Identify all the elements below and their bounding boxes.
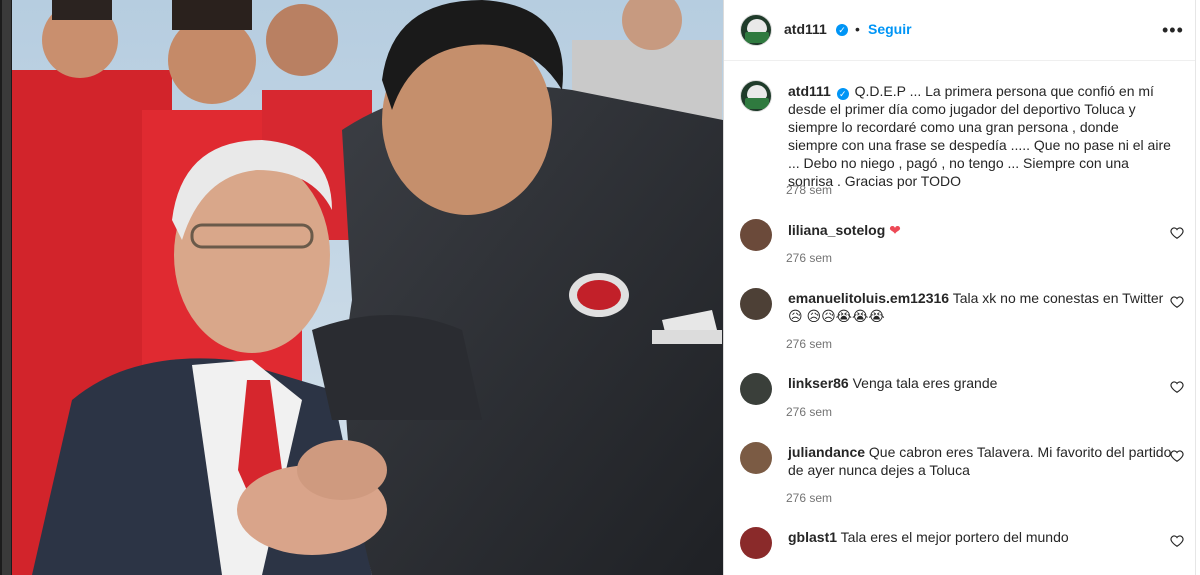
comment: linkser86 Venga tala eres grande — [788, 374, 1178, 392]
caption-username[interactable]: atd111 — [788, 83, 831, 99]
left-gutter — [0, 0, 12, 575]
scroll-strip — [2, 0, 11, 575]
heart-outline-icon[interactable] — [1170, 534, 1184, 548]
post-panel: atd111 ✓ • Seguir ••• atd111 ✓ Q.D.E.P .… — [724, 0, 1196, 575]
comment-body: Venga tala eres grande — [852, 375, 998, 391]
caption-avatar[interactable] — [740, 80, 772, 112]
heart-outline-icon[interactable] — [1170, 380, 1184, 394]
author-avatar[interactable] — [740, 14, 772, 46]
comment: emanuelitoluis.em12316 Tala xk no me con… — [788, 289, 1178, 325]
post-image-art — [12, 0, 723, 575]
heart-outline-icon[interactable] — [1170, 449, 1184, 463]
comment-emoji: ❤ — [889, 222, 901, 238]
comment: juliandance Que cabron eres Talavera. Mi… — [788, 443, 1178, 479]
separator-dot: • — [855, 21, 860, 37]
comment-username[interactable]: linkser86 — [788, 375, 849, 391]
post-header: atd111 ✓ • Seguir ••• — [724, 0, 1196, 61]
post-image[interactable] — [12, 0, 723, 575]
comment-avatar[interactable] — [740, 219, 772, 251]
comment-username[interactable]: liliana_sotelog — [788, 222, 885, 238]
verified-icon: ✓ — [836, 88, 849, 100]
heart-outline-icon[interactable] — [1170, 226, 1184, 240]
comment-emoji: 😥 😥😥😭😭😭 — [788, 308, 885, 324]
comment: liliana_sotelog ❤ — [788, 221, 1178, 239]
comment-body: Tala eres el mejor portero del mundo — [840, 529, 1069, 545]
comment-body: Tala xk no me conestas en Twitter — [952, 290, 1164, 306]
comment-avatar[interactable] — [740, 442, 772, 474]
heart-outline-icon[interactable] — [1170, 295, 1184, 309]
comment-username[interactable]: emanuelitoluis.em12316 — [788, 290, 949, 306]
comment-age[interactable]: 276 sem — [786, 337, 832, 351]
comment-age[interactable]: 276 sem — [786, 251, 832, 265]
author-username[interactable]: atd111 — [784, 21, 827, 37]
comment-username[interactable]: gblast1 — [788, 529, 837, 545]
comment-age[interactable]: 276 sem — [786, 405, 832, 419]
window-edge — [1195, 0, 1200, 575]
comment: gblast1 Tala eres el mejor portero del m… — [788, 528, 1178, 546]
comment-avatar[interactable] — [740, 373, 772, 405]
comment-age[interactable]: 276 sem — [786, 491, 832, 505]
comment-avatar[interactable] — [740, 288, 772, 320]
post-caption: atd111 ✓ Q.D.E.P ... La primera persona … — [788, 82, 1172, 190]
caption-age[interactable]: 278 sem — [786, 183, 832, 197]
more-options-icon[interactable]: ••• — [1162, 20, 1184, 41]
follow-button[interactable]: Seguir — [868, 21, 912, 37]
verified-icon: ✓ — [836, 24, 848, 36]
comment-avatar[interactable] — [740, 527, 772, 559]
comment-username[interactable]: juliandance — [788, 444, 865, 460]
